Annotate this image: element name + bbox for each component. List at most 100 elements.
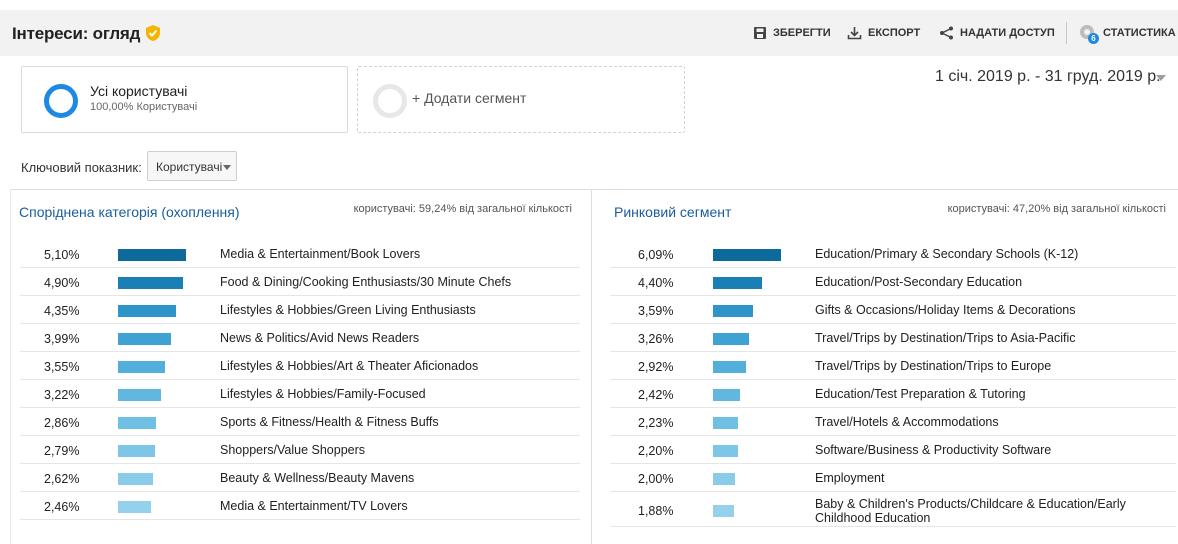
row-percentage: 2,86% bbox=[44, 416, 80, 430]
table-row[interactable]: 2,23% Travel/Hotels & Accommodations bbox=[610, 408, 1176, 436]
affinity-table: 5,10% Media & Entertainment/Book Lovers 4,… bbox=[20, 240, 580, 540]
row-bar bbox=[118, 305, 176, 317]
row-category-link[interactable]: Media & Entertainment/TV Lovers bbox=[220, 499, 575, 513]
row-percentage: 2,46% bbox=[44, 500, 80, 514]
row-category-link[interactable]: Employment bbox=[815, 471, 1165, 485]
row-bar bbox=[118, 389, 161, 401]
table-row[interactable]: 1,88% Baby & Children's Products/Childcar… bbox=[610, 492, 1176, 527]
save-icon bbox=[754, 27, 766, 39]
row-bar bbox=[118, 249, 186, 261]
row-percentage: 5,10% bbox=[44, 248, 80, 262]
table-row[interactable]: 4,90% Food & Dining/Cooking Enthusiasts/3… bbox=[20, 268, 580, 296]
row-percentage: 4,90% bbox=[44, 276, 80, 290]
table-row[interactable]: 2,20% Software/Business & Productivity So… bbox=[610, 436, 1176, 464]
table-row[interactable]: 3,99% News & Politics/Avid News Readers bbox=[20, 324, 580, 352]
row-category-link[interactable]: Travel/Hotels & Accommodations bbox=[815, 415, 1165, 429]
row-bar bbox=[713, 333, 749, 345]
row-bar bbox=[713, 277, 762, 289]
row-bar bbox=[713, 389, 740, 401]
row-bar bbox=[118, 333, 171, 345]
row-category-link[interactable]: Education/Primary & Secondary Schools (K… bbox=[815, 247, 1165, 261]
row-percentage: 3,26% bbox=[638, 332, 674, 346]
table-row[interactable]: 2,92% Travel/Trips by Destination/Trips t… bbox=[610, 352, 1176, 380]
row-percentage: 2,00% bbox=[638, 472, 674, 486]
insights-label: СТАТИСТИКА bbox=[1103, 27, 1176, 39]
table-row[interactable]: 3,22% Lifestyles & Hobbies/Family-Focused bbox=[20, 380, 580, 408]
row-percentage: 2,79% bbox=[44, 444, 80, 458]
row-bar bbox=[118, 277, 183, 289]
row-bar bbox=[118, 473, 153, 485]
row-percentage: 2,23% bbox=[638, 416, 674, 430]
date-range-caret-icon[interactable] bbox=[1156, 75, 1166, 81]
row-category-link[interactable]: Software/Business & Productivity Softwar… bbox=[815, 443, 1165, 457]
export-button[interactable]: ЕКСПОРТ bbox=[847, 10, 920, 56]
row-bar bbox=[713, 417, 738, 429]
row-bar bbox=[713, 445, 738, 457]
table-row[interactable]: 2,42% Education/Test Preparation & Tutori… bbox=[610, 380, 1176, 408]
row-percentage: 3,99% bbox=[44, 332, 80, 346]
row-bar bbox=[713, 505, 734, 517]
add-segment-button[interactable]: + Додати сегмент bbox=[357, 66, 685, 133]
row-percentage: 2,92% bbox=[638, 360, 674, 374]
row-category-link[interactable]: Media & Entertainment/Book Lovers bbox=[220, 247, 575, 261]
row-category-link[interactable]: Travel/Trips by Destination/Trips to Eur… bbox=[815, 359, 1165, 373]
key-metric-select[interactable]: Користувачі bbox=[147, 151, 237, 181]
date-range-picker[interactable]: 1 січ. 2019 р. - 31 груд. 2019 р. bbox=[935, 68, 1161, 86]
row-category-link[interactable]: Lifestyles & Hobbies/Family-Focused bbox=[220, 387, 575, 401]
export-icon bbox=[847, 27, 862, 40]
row-category-link[interactable]: Gifts & Occasions/Holiday Items & Decora… bbox=[815, 303, 1165, 317]
table-row[interactable]: 2,79% Shoppers/Value Shoppers bbox=[20, 436, 580, 464]
table-row[interactable]: 3,59% Gifts & Occasions/Holiday Items & D… bbox=[610, 296, 1176, 324]
row-bar bbox=[118, 501, 151, 513]
row-category-link[interactable]: Shoppers/Value Shoppers bbox=[220, 443, 575, 457]
row-percentage: 2,62% bbox=[44, 472, 80, 486]
page-title: Інтереси: огляд bbox=[12, 24, 141, 43]
row-percentage: 2,20% bbox=[638, 444, 674, 458]
save-label: ЗБЕРЕГТИ bbox=[773, 27, 831, 39]
save-button[interactable]: ЗБЕРЕГТИ bbox=[753, 10, 831, 56]
row-category-link[interactable]: Lifestyles & Hobbies/Art & Theater Afici… bbox=[220, 359, 575, 373]
table-row[interactable]: 2,62% Beauty & Wellness/Beauty Mavens bbox=[20, 464, 580, 492]
insights-button[interactable]: 6 СТАТИСТИКА bbox=[1079, 10, 1176, 56]
row-percentage: 6,09% bbox=[638, 248, 674, 262]
table-row[interactable]: 2,00% Employment bbox=[610, 464, 1176, 492]
report-header: Інтереси: огляд ЗБЕРЕГТИ ЕКСПОРТ НАДАТИ … bbox=[0, 10, 1178, 56]
table-row[interactable]: 2,86% Sports & Fitness/Health & Fitness B… bbox=[20, 408, 580, 436]
add-segment-label: + Додати сегмент bbox=[412, 90, 527, 106]
table-row[interactable]: 3,26% Travel/Trips by Destination/Trips t… bbox=[610, 324, 1176, 352]
table-row[interactable]: 3,55% Lifestyles & Hobbies/Art & Theater … bbox=[20, 352, 580, 380]
insights-icon: 6 bbox=[1079, 24, 1099, 44]
table-row[interactable]: 4,35% Lifestyles & Hobbies/Green Living E… bbox=[20, 296, 580, 324]
row-bar bbox=[118, 445, 155, 457]
row-category-link[interactable]: Travel/Trips by Destination/Trips to Asi… bbox=[815, 331, 1165, 345]
row-category-link[interactable]: Baby & Children's Products/Childcare & E… bbox=[815, 497, 1165, 525]
row-category-link[interactable]: Lifestyles & Hobbies/Green Living Enthus… bbox=[220, 303, 575, 317]
share-button[interactable]: НАДАТИ ДОСТУП bbox=[939, 10, 1055, 56]
insights-badge: 6 bbox=[1088, 33, 1099, 44]
row-category-link[interactable]: News & Politics/Avid News Readers bbox=[220, 331, 575, 345]
row-category-link[interactable]: Sports & Fitness/Health & Fitness Buffs bbox=[220, 415, 575, 429]
row-category-link[interactable]: Food & Dining/Cooking Enthusiasts/30 Min… bbox=[220, 275, 575, 289]
verified-shield-icon bbox=[146, 25, 160, 41]
panel-divider bbox=[591, 189, 592, 544]
chevron-down-icon bbox=[223, 165, 231, 170]
share-label: НАДАТИ ДОСТУП bbox=[960, 27, 1055, 39]
affinity-panel-title[interactable]: Споріднена категорія (охоплення) bbox=[19, 204, 240, 220]
row-category-link[interactable]: Education/Post-Secondary Education bbox=[815, 275, 1165, 289]
segment-ring-icon bbox=[44, 84, 78, 118]
row-bar bbox=[713, 473, 735, 485]
row-category-link[interactable]: Education/Test Preparation & Tutoring bbox=[815, 387, 1165, 401]
key-metric-label: Ключовий показник: bbox=[21, 160, 142, 175]
export-label: ЕКСПОРТ bbox=[868, 27, 921, 39]
table-row[interactable]: 4,40% Education/Post-Secondary Education bbox=[610, 268, 1176, 296]
segment-card-all-users[interactable]: Усі користувачі 100,00% Користувачі bbox=[21, 66, 348, 133]
table-row[interactable]: 5,10% Media & Entertainment/Book Lovers bbox=[20, 240, 580, 268]
in-market-panel-title[interactable]: Ринковий сегмент bbox=[614, 204, 731, 220]
row-category-link[interactable]: Beauty & Wellness/Beauty Mavens bbox=[220, 471, 575, 485]
row-bar bbox=[118, 361, 165, 373]
toolbar-divider bbox=[1066, 22, 1067, 44]
table-row[interactable]: 2,46% Media & Entertainment/TV Lovers bbox=[20, 492, 580, 520]
panel-top-divider bbox=[10, 189, 1178, 190]
table-row[interactable]: 6,09% Education/Primary & Secondary Schoo… bbox=[610, 240, 1176, 268]
row-percentage: 4,35% bbox=[44, 304, 80, 318]
